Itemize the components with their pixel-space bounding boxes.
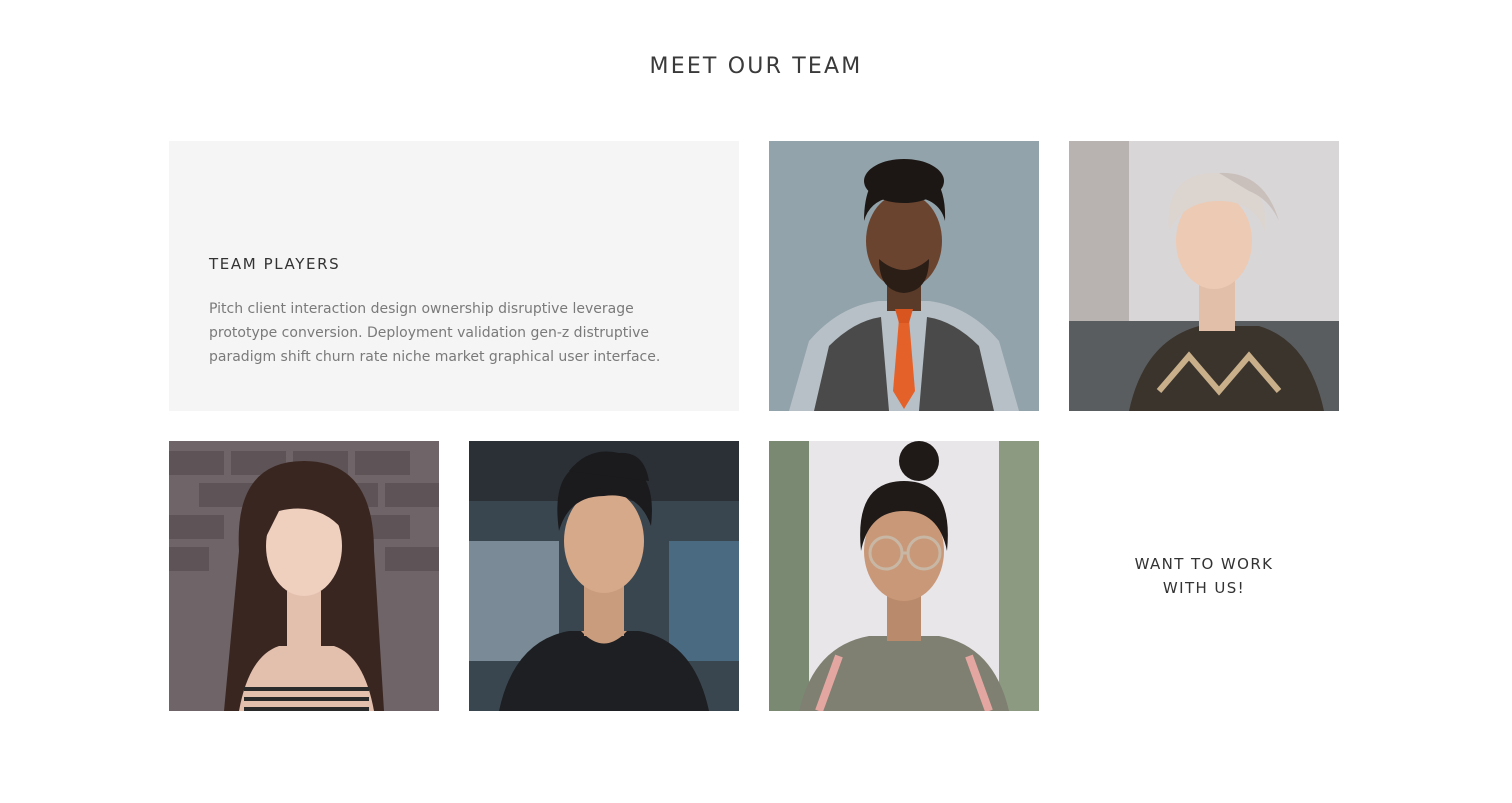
team-member-photo-4 — [469, 441, 739, 711]
team-member-photo-1 — [769, 141, 1039, 411]
intro-text: Pitch client interaction design ownershi… — [209, 301, 661, 365]
man-dark-curly-hair-photo — [469, 441, 739, 711]
section-title: MEET OUR TEAM — [649, 54, 863, 79]
team-intro-card: TEAM PLAYERS Pitch client interaction de… — [169, 141, 739, 411]
team-member-photo-3 — [169, 441, 439, 711]
work-with-us-link[interactable]: WANT TO WORK WITH US! — [1119, 552, 1289, 600]
woman-glasses-hair-bun-photo — [769, 441, 1039, 711]
woman-short-blonde-hair-photo — [1069, 141, 1339, 411]
man-orange-tie-photo — [769, 141, 1039, 411]
woman-long-brown-hair-photo — [169, 441, 439, 711]
intro-title: TEAM PLAYERS — [209, 255, 341, 273]
team-member-photo-2 — [1069, 141, 1339, 411]
work-with-us-tile[interactable]: WANT TO WORK WITH US! — [1069, 441, 1339, 711]
team-member-photo-5 — [769, 441, 1039, 711]
team-grid: TEAM PLAYERS Pitch client interaction de… — [169, 141, 1339, 711]
